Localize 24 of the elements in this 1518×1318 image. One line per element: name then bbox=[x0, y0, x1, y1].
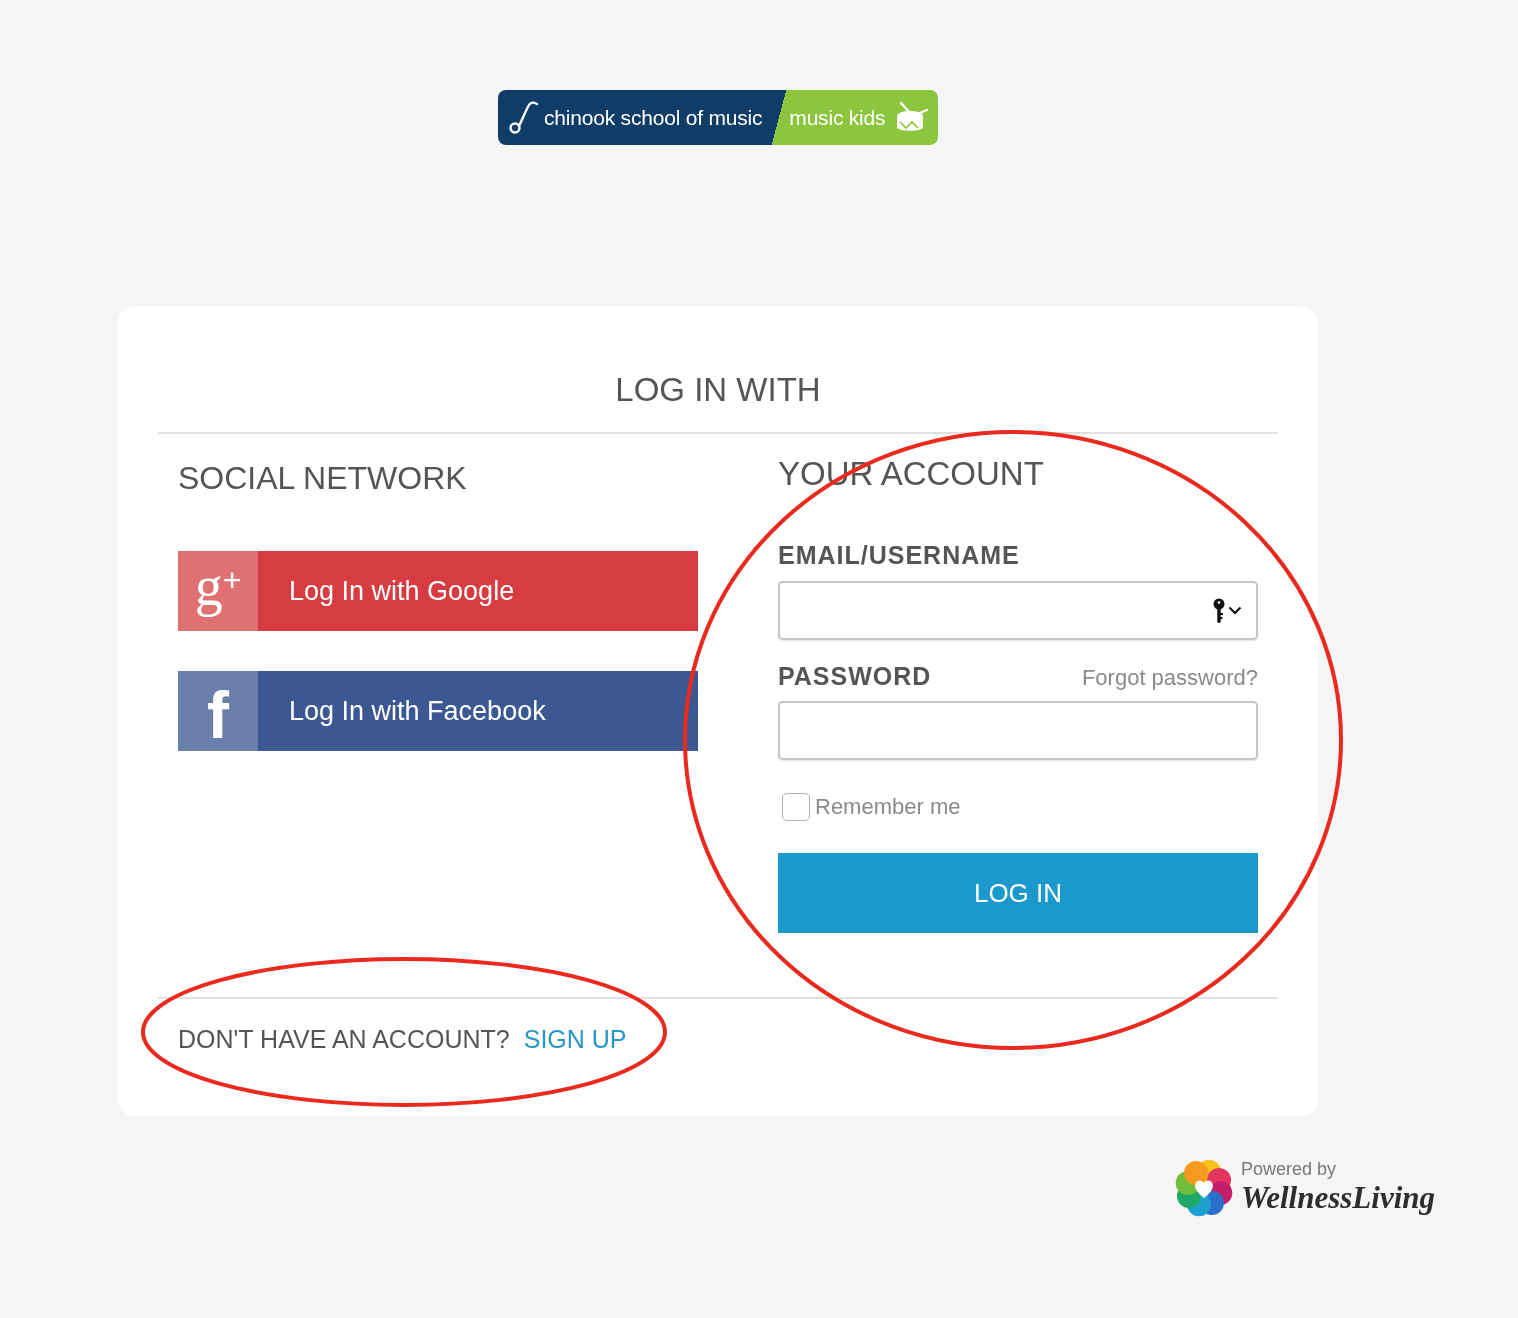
signup-prompt: DON'T HAVE AN ACCOUNT? bbox=[178, 1024, 510, 1054]
flower-heart-icon bbox=[1173, 1157, 1234, 1219]
facebook-icon: f bbox=[178, 671, 258, 751]
section-heading: SOCIAL NETWORK bbox=[178, 459, 467, 498]
forgot-password-link[interactable]: Forgot password? bbox=[1081, 665, 1258, 691]
chevron-down-icon[interactable] bbox=[1228, 606, 1242, 615]
remember-checkbox[interactable] bbox=[782, 793, 810, 821]
music-note-icon bbox=[508, 100, 538, 135]
google-plus-icon: g$^{+}$ bbox=[178, 551, 258, 631]
key-icon[interactable] bbox=[1213, 597, 1225, 624]
sign-up-link[interactable]: SIGN UP bbox=[523, 1024, 627, 1054]
powered-by-label: Powered by bbox=[1240, 1159, 1336, 1179]
card-title: LOG IN WITH bbox=[615, 370, 821, 410]
username-field[interactable] bbox=[778, 581, 1258, 640]
remember-me-label[interactable]: Remember me bbox=[815, 794, 961, 820]
logo-program-name: music kids bbox=[789, 105, 886, 130]
field-label: PASSWORD bbox=[778, 661, 932, 691]
field-label: EMAIL/USERNAME bbox=[778, 540, 1020, 570]
password-field[interactable] bbox=[778, 701, 1258, 760]
google-login-button[interactable]: g$^{+}$ Log In with Google bbox=[178, 551, 698, 631]
facebook-login-button[interactable]: f Log In with Facebook bbox=[178, 671, 698, 751]
log-in-button[interactable]: LOG IN bbox=[778, 853, 1258, 933]
logo-school-name: chinook school of music bbox=[544, 105, 763, 130]
brand-wordmark: WellnessLiving bbox=[1240, 1179, 1435, 1217]
